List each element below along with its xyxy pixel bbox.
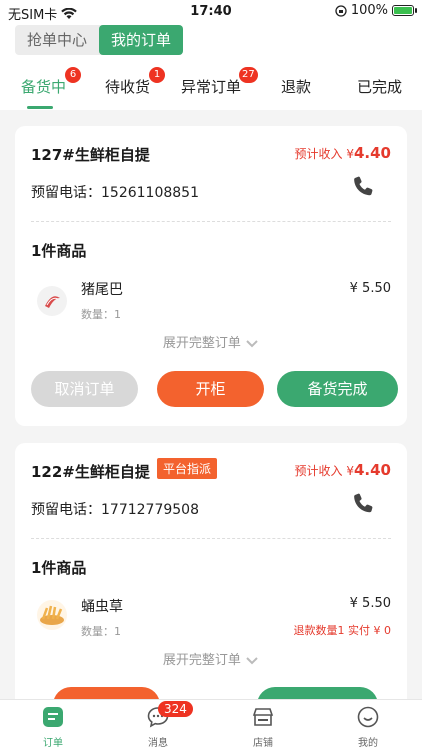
product-price: ¥ 5.50 bbox=[349, 281, 391, 296]
product-quantity: 数量：1 bbox=[81, 308, 121, 321]
order-card: 127#生鲜柜自提 预计收入 ¥4.40 预留电话：15261108851 1件… bbox=[15, 126, 407, 426]
income-amount: 4.40 bbox=[353, 461, 391, 479]
estimated-income: 预计收入 ¥4.40 bbox=[295, 144, 391, 162]
top-bar: 抢单中心 我的订单 bbox=[0, 24, 422, 62]
order-title: 122#生鲜柜自提 bbox=[31, 463, 150, 481]
nav-profile[interactable]: 我的 bbox=[338, 706, 398, 749]
expand-order-link[interactable]: 展开完整订单 bbox=[15, 649, 407, 668]
tab-label: 待收货 bbox=[105, 78, 151, 96]
tab-label: 备货中 bbox=[21, 78, 67, 96]
active-tab-indicator bbox=[27, 106, 53, 109]
segment-my-orders[interactable]: 我的订单 bbox=[99, 25, 184, 55]
tab-label: 退款 bbox=[281, 78, 312, 96]
order-card: 122#生鲜柜自提 平台指派 预计收入 ¥4.40 预留电话：177127795… bbox=[15, 443, 407, 713]
orientation-lock-icon bbox=[335, 4, 347, 17]
nav-label: 订单 bbox=[43, 738, 63, 749]
income-label: 预计收入 ¥ bbox=[294, 147, 354, 161]
product-name: 蛹虫草 bbox=[81, 599, 123, 615]
divider bbox=[31, 221, 391, 222]
chevron-down-icon bbox=[246, 339, 258, 347]
chevron-down-icon bbox=[246, 656, 258, 664]
expand-order-link[interactable]: 展开完整订单 bbox=[15, 332, 407, 351]
stock-complete-button[interactable]: 备货完成 bbox=[277, 371, 398, 407]
estimated-income: 预计收入 ¥4.40 bbox=[295, 461, 391, 479]
cancel-order-button[interactable]: 取消订单 bbox=[31, 371, 138, 407]
tab-label: 已完成 bbox=[357, 78, 403, 96]
tab-badge: 1 bbox=[149, 67, 165, 83]
tab-abnormal-orders[interactable]: 异常订单 27 bbox=[181, 67, 258, 97]
open-locker-button[interactable]: 开柜 bbox=[157, 371, 264, 407]
order-title: 127#生鲜柜自提 bbox=[31, 146, 150, 164]
segment-grab-center[interactable]: 抢单中心 bbox=[15, 25, 99, 55]
expand-label: 展开完整订单 bbox=[162, 653, 241, 668]
store-icon bbox=[252, 708, 274, 726]
divider bbox=[31, 538, 391, 539]
bottom-nav: 订单 消息 324 店铺 我的 bbox=[0, 699, 422, 750]
nav-label: 我的 bbox=[358, 738, 378, 749]
product-thumbnail bbox=[37, 600, 67, 630]
battery-icon bbox=[392, 5, 417, 16]
tab-label: 异常订单 bbox=[181, 78, 242, 96]
tab-completed[interactable]: 已完成 bbox=[357, 76, 402, 97]
item-count: 1件商品 bbox=[31, 242, 87, 260]
product-quantity: 数量：1 bbox=[81, 625, 121, 638]
phone-icon[interactable] bbox=[351, 174, 377, 200]
item-count: 1件商品 bbox=[31, 559, 87, 577]
income-label: 预计收入 ¥ bbox=[294, 464, 354, 478]
nav-label: 消息 bbox=[148, 738, 168, 749]
product-price: ¥ 5.50 bbox=[349, 596, 391, 611]
status-bar: 无SIM卡 17:40 100% bbox=[0, 0, 422, 24]
reserved-phone: 预留电话：15261108851 bbox=[31, 185, 199, 201]
order-status-tabs: 备货中 6 待收货 1 异常订单 27 退款 已完成 bbox=[0, 62, 422, 110]
phone-icon[interactable] bbox=[351, 491, 377, 517]
segment-control: 抢单中心 我的订单 bbox=[15, 25, 184, 55]
status-right: 100% bbox=[335, 3, 417, 18]
nav-label: 店铺 bbox=[253, 738, 273, 749]
tab-stocking[interactable]: 备货中 6 bbox=[21, 67, 81, 97]
orders-icon bbox=[43, 707, 63, 727]
message-count-badge: 324 bbox=[158, 701, 193, 717]
reserved-phone: 预留电话：17712779508 bbox=[31, 502, 199, 518]
platform-assigned-tag: 平台指派 bbox=[157, 458, 218, 479]
tab-badge: 6 bbox=[65, 67, 81, 83]
nav-orders[interactable]: 订单 bbox=[23, 706, 83, 749]
nav-store[interactable]: 店铺 bbox=[233, 706, 293, 749]
tab-refund[interactable]: 退款 bbox=[281, 76, 311, 97]
nav-messages[interactable]: 消息 324 bbox=[128, 701, 193, 749]
income-amount: 4.40 bbox=[353, 144, 391, 162]
refund-info: 退款数量1 实付 ¥ 0 bbox=[293, 624, 392, 637]
expand-label: 展开完整订单 bbox=[162, 336, 241, 351]
battery-percent: 100% bbox=[350, 3, 388, 18]
tab-awaiting-receipt[interactable]: 待收货 1 bbox=[105, 67, 165, 97]
tab-badge: 27 bbox=[239, 67, 258, 83]
profile-icon bbox=[357, 706, 379, 728]
product-thumbnail bbox=[37, 286, 67, 316]
product-name: 猪尾巴 bbox=[81, 282, 123, 298]
